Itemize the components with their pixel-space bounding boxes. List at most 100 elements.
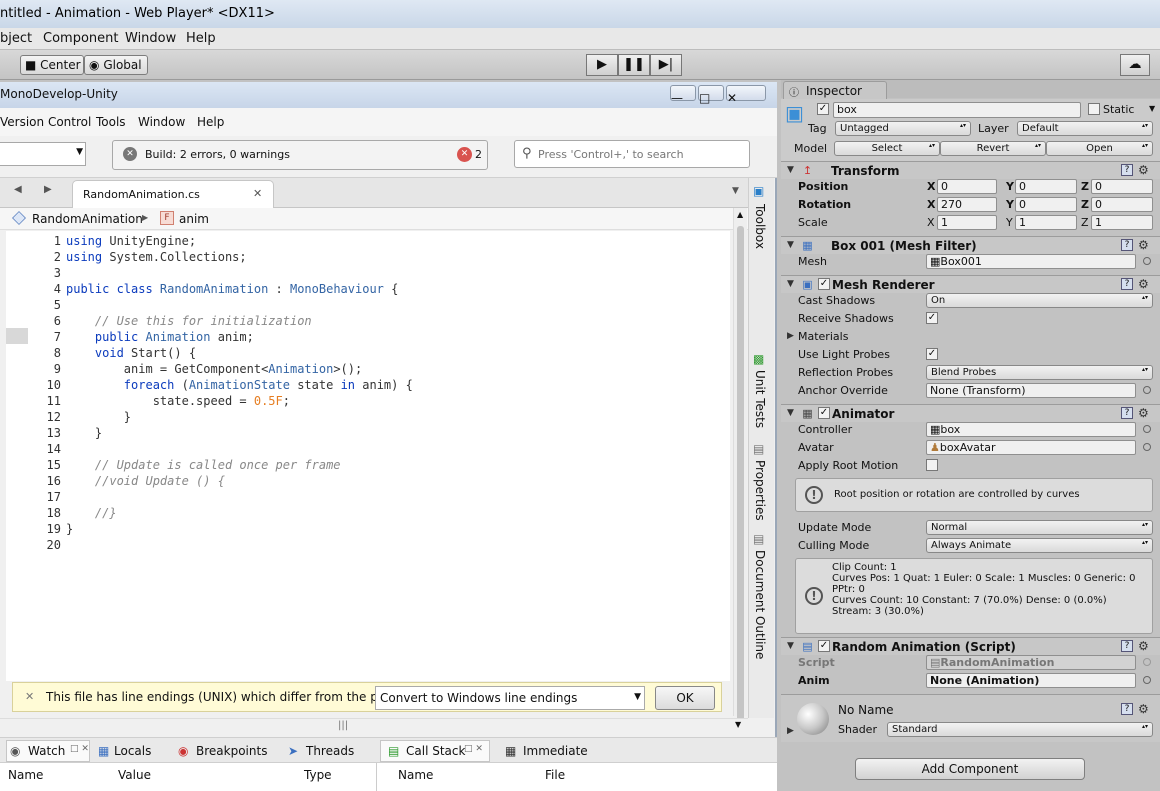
gear-icon[interactable]: ⚙ (1138, 702, 1149, 716)
menu-gameobject[interactable]: bject (0, 31, 32, 46)
configuration-select[interactable]: ▼ (0, 142, 86, 166)
col-callstack-name[interactable]: Name (398, 768, 433, 782)
light-probes-checkbox[interactable]: ✓ (926, 348, 938, 360)
gear-icon[interactable]: ⚙ (1138, 639, 1149, 653)
code-line[interactable]: } (66, 426, 102, 440)
root-motion-checkbox[interactable] (926, 459, 938, 471)
close-window-button[interactable]: ✕ (726, 85, 766, 105)
step-button[interactable]: ▶| (650, 54, 682, 76)
code-line[interactable]: // Use this for initialization (66, 314, 312, 328)
tab-locals[interactable]: Locals (114, 744, 151, 758)
mesh-renderer-header[interactable]: ▼ ▣ ✓ Mesh Renderer ? ⚙ (781, 275, 1160, 293)
receive-shadows-checkbox[interactable]: ✓ (926, 312, 938, 324)
controller-field[interactable]: ▦box (926, 422, 1136, 437)
vertical-scrollbar[interactable]: ▲ (733, 208, 747, 732)
script-header[interactable]: ▼ ▤ ✓ Random Animation (Script) ? ⚙ (781, 637, 1160, 655)
transform-header[interactable]: ▼ ↥ Transform ? ⚙ (781, 161, 1160, 179)
culling-mode-select[interactable]: Always Animate (926, 538, 1153, 553)
gear-icon[interactable]: ⚙ (1138, 163, 1149, 177)
object-picker-icon[interactable] (1143, 443, 1151, 451)
animator-enabled[interactable]: ✓ (818, 407, 830, 419)
add-component-button[interactable]: Add Component (855, 758, 1085, 780)
model-revert-button[interactable]: Revert (940, 141, 1046, 156)
dismiss-icon[interactable]: ✕ (25, 690, 34, 703)
cast-shadows-select[interactable]: On (926, 293, 1153, 308)
code-editor[interactable]: 1 using UnityEngine; 2 using System.Collect… (6, 231, 730, 681)
help-icon[interactable]: ? (1121, 407, 1133, 419)
gear-icon[interactable]: ⚙ (1138, 406, 1149, 420)
foldout-closed-icon[interactable]: ▶ (787, 726, 794, 736)
anim-field[interactable]: None (Animation) (926, 673, 1136, 688)
materials-row[interactable]: ▶ Materials (781, 328, 1160, 346)
anchor-override-field[interactable]: None (Transform) (926, 383, 1136, 398)
code-line[interactable]: } (66, 522, 73, 536)
scroll-grip-icon[interactable]: ||| (338, 720, 348, 731)
play-button[interactable]: ▶ (586, 54, 618, 76)
tab-immediate[interactable]: Immediate (523, 744, 588, 758)
breadcrumb-class[interactable]: RandomAnimation (32, 212, 143, 226)
menu-window[interactable]: Window (125, 31, 176, 46)
line-ending-select[interactable]: Convert to Windows line endings ▼ (375, 686, 645, 710)
code-line[interactable]: //void Update () { (66, 474, 225, 488)
horizontal-scrollbar[interactable]: ||| ▼ (0, 718, 748, 734)
object-picker-icon[interactable] (1143, 257, 1151, 265)
col-type[interactable]: Type (304, 768, 332, 782)
object-name-field[interactable]: box (833, 102, 1081, 118)
object-picker-icon[interactable] (1143, 425, 1151, 433)
rotation-x[interactable]: 270 (937, 197, 997, 212)
model-open-button[interactable]: Open (1046, 141, 1153, 156)
scale-z[interactable]: 1 (1091, 215, 1153, 230)
code-line[interactable]: using UnityEngine; (66, 234, 196, 248)
code-line[interactable]: public Animation anim; (66, 330, 254, 344)
mesh-renderer-enabled[interactable]: ✓ (818, 278, 830, 290)
col-file[interactable]: File (545, 768, 565, 782)
pad-properties[interactable]: Properties (753, 460, 767, 521)
update-mode-select[interactable]: Normal (926, 520, 1153, 535)
tab-threads[interactable]: Threads (306, 744, 354, 758)
tab-breakpoints[interactable]: Breakpoints (196, 744, 267, 758)
scale-y[interactable]: 1 (1015, 215, 1077, 230)
shader-select[interactable]: Standard (887, 722, 1153, 737)
pad-document-outline[interactable]: Document Outline (753, 550, 767, 659)
mesh-filter-header[interactable]: ▼ ▦ Box 001 (Mesh Filter) ? ⚙ (781, 236, 1160, 254)
watch-close-icon[interactable]: □ ✕ (70, 744, 89, 754)
help-icon[interactable]: ? (1121, 164, 1133, 176)
cloud-button[interactable]: ☁ (1120, 54, 1150, 76)
active-checkbox[interactable]: ✓ (817, 103, 829, 115)
gear-icon[interactable]: ⚙ (1138, 238, 1149, 252)
position-y[interactable]: 0 (1015, 179, 1077, 194)
tab-inspector[interactable]: ⓘ Inspector (783, 81, 887, 99)
help-icon[interactable]: ? (1121, 640, 1133, 652)
help-icon[interactable]: ? (1121, 278, 1133, 290)
pivot-global-button[interactable]: ◉ Global (84, 55, 148, 75)
search-input[interactable]: ⚲ Press 'Control+,' to search (514, 140, 750, 168)
scroll-up-icon[interactable]: ▲ (737, 210, 743, 219)
scroll-thumb[interactable] (737, 226, 744, 732)
pause-button[interactable]: ❚❚ (618, 54, 650, 76)
code-line[interactable]: } (66, 410, 131, 424)
call-stack-close-icon[interactable]: □ ✕ (464, 744, 483, 754)
tab-randomanimation-cs[interactable]: RandomAnimation.cs ✕ (72, 180, 274, 208)
maximize-button[interactable]: □ (698, 85, 724, 105)
pad-toolbox[interactable]: Toolbox (753, 204, 767, 249)
gear-icon[interactable]: ⚙ (1138, 277, 1149, 291)
animator-header[interactable]: ▼ ▦ ✓ Animator ? ⚙ (781, 404, 1160, 422)
breadcrumb-member[interactable]: anim (179, 212, 209, 226)
code-line[interactable]: void Start() { (66, 346, 196, 360)
code-line[interactable]: public class RandomAnimation : MonoBehav… (66, 282, 398, 296)
rotation-y[interactable]: 0 (1015, 197, 1077, 212)
rotation-z[interactable]: 0 (1091, 197, 1153, 212)
script-enabled[interactable]: ✓ (818, 640, 830, 652)
col-name[interactable]: Name (8, 768, 43, 782)
pivot-center-button[interactable]: ■ Center (20, 55, 84, 75)
build-status-panel[interactable]: ✕ Build: 2 errors, 0 warnings ✕ 2 (112, 140, 488, 170)
position-x[interactable]: 0 (937, 179, 997, 194)
static-checkbox[interactable] (1088, 103, 1100, 115)
help-icon[interactable]: ? (1121, 239, 1133, 251)
menu-version-control[interactable]: Version Control (0, 115, 91, 129)
object-picker-icon[interactable] (1143, 676, 1151, 684)
menu-md-help[interactable]: Help (197, 115, 224, 129)
menu-component[interactable]: Component (43, 31, 118, 46)
code-line[interactable]: //} (66, 506, 117, 520)
menu-md-window[interactable]: Window (138, 115, 185, 129)
